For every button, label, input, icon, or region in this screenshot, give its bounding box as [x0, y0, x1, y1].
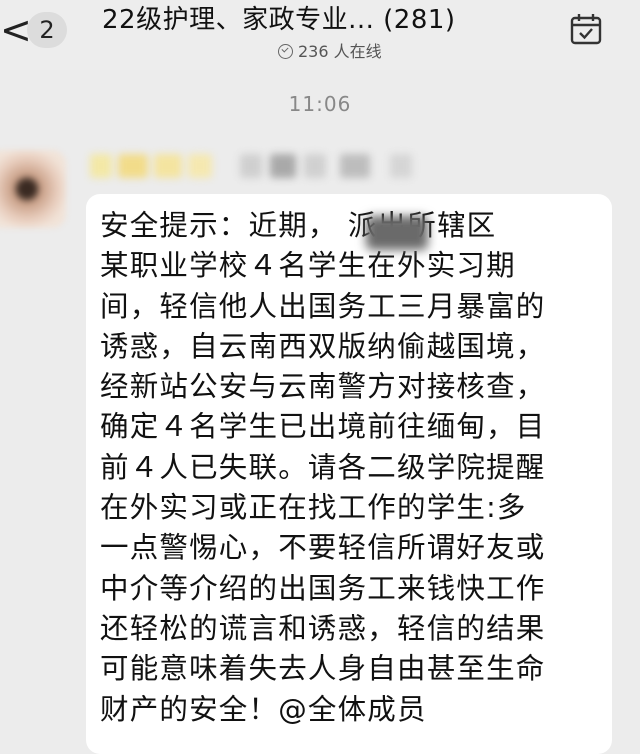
unread-count-badge[interactable]: 2: [27, 12, 67, 48]
message-bubble[interactable]: 安全提示：近期， 派出所辖区 某职业学校４名学生在外实习期 间，轻信他人出国务工…: [86, 194, 612, 754]
sender-name-redacted: [90, 150, 430, 182]
check-circle-icon: [278, 44, 293, 59]
message-timestamp: 11:06: [288, 92, 352, 116]
online-count: 236 人在线: [298, 42, 382, 61]
back-button[interactable]: <: [0, 10, 32, 50]
message-text: 安全提示：近期， 派出所辖区 某职业学校４名学生在外实习期 间，轻信他人出国务工…: [100, 209, 546, 726]
chat-header: < 2 22级护理、家政专业... (281) 236 人在线: [0, 0, 640, 70]
avatar[interactable]: [0, 150, 66, 228]
redacted-location: [366, 216, 428, 250]
online-status: 236 人在线: [278, 40, 382, 64]
chat-title[interactable]: 22级护理、家政专业... (281): [102, 2, 552, 38]
calendar-check-icon[interactable]: [569, 12, 603, 46]
